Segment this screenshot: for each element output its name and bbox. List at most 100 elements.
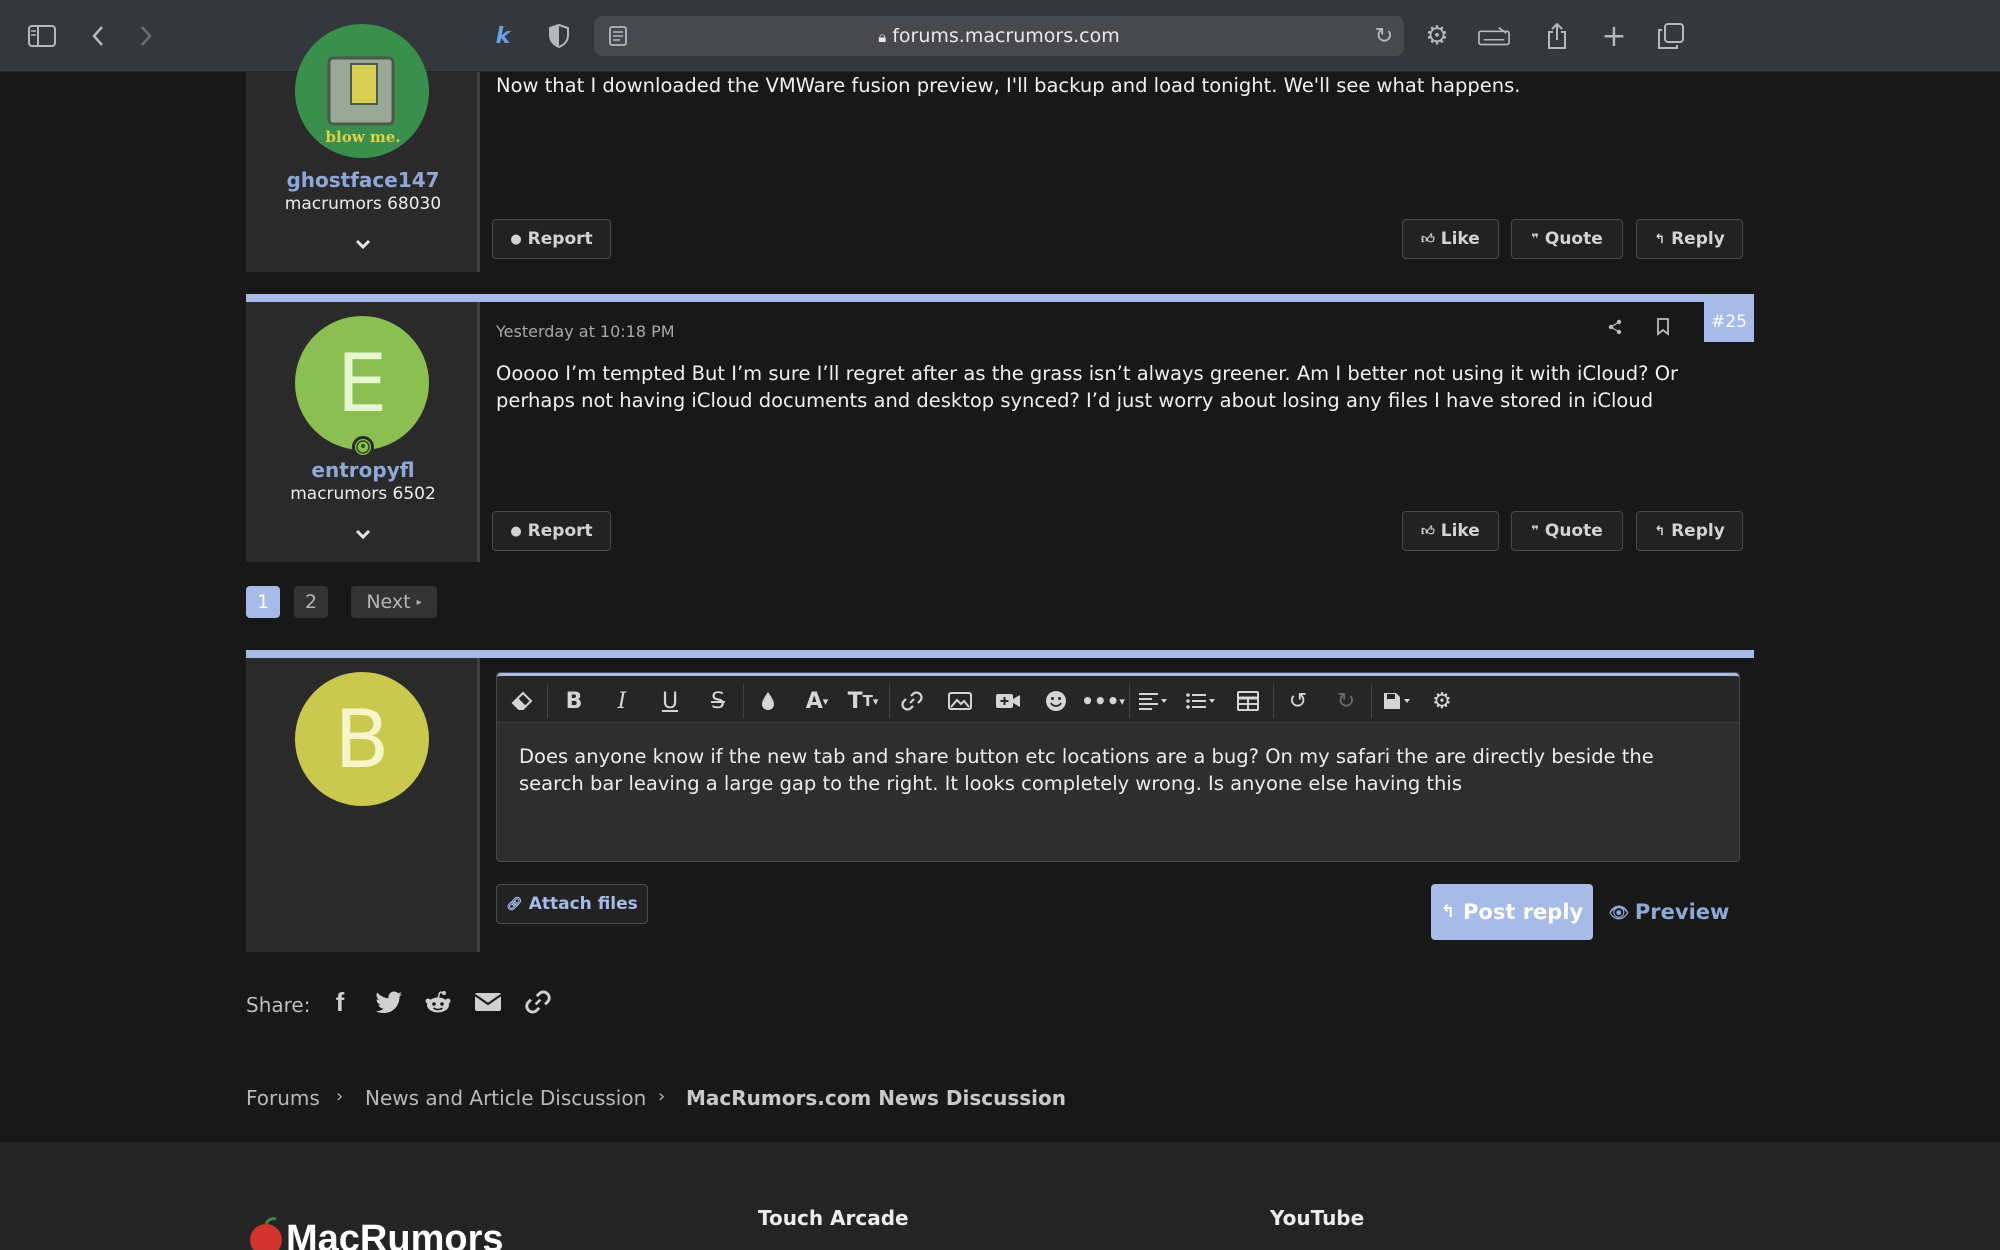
reply-button[interactable]: ↰ Reply — [1636, 219, 1743, 259]
text-color-icon[interactable] — [753, 687, 783, 715]
link-icon[interactable] — [523, 987, 553, 1017]
preview-button[interactable]: 👁︎ Preview — [1608, 884, 1730, 940]
extension-icon[interactable]: k — [487, 20, 519, 52]
toolbar-separator — [889, 684, 890, 718]
reply-divider — [246, 650, 1754, 658]
save-draft-icon[interactable] — [1377, 687, 1417, 715]
user-title: macrumors 68030 — [284, 194, 442, 214]
reply-editor[interactable]: B I U S A ▾ T T ▾ ••• ▾ ↺ ↻ ⚙ Does anyon… — [496, 672, 1740, 862]
chevron-right-icon: › — [658, 1086, 666, 1107]
chevron-down-icon[interactable] — [353, 234, 373, 254]
like-button[interactable]: 👍︎ Like — [1402, 511, 1499, 551]
reddit-icon[interactable] — [423, 987, 453, 1017]
share-icon[interactable] — [1541, 20, 1573, 52]
post-body: Yesterday at 10:18 PM #25 Ooooo I’m temp… — [480, 302, 1754, 562]
facebook-icon[interactable]: f — [325, 987, 355, 1017]
post-body: Now that I downloaded the VMWare fusion … — [480, 72, 1754, 272]
url-text[interactable]: forums.macrumors.com — [892, 25, 1120, 47]
eraser-icon[interactable] — [507, 687, 537, 715]
browser-toolbar: k 🔒︎ forums.macrumors.com ↻ ⚙ + — [0, 0, 2000, 72]
avatar[interactable]: E — [295, 316, 429, 450]
settings-gear-icon[interactable]: ⚙ — [1427, 687, 1457, 715]
toolbar-separator — [547, 684, 548, 718]
email-icon[interactable] — [473, 987, 503, 1017]
twitter-icon[interactable] — [374, 987, 404, 1017]
reply-icon: ↰ — [1654, 523, 1666, 539]
reload-icon[interactable]: ↻ — [1368, 20, 1400, 52]
like-button[interactable]: 👍︎ Like — [1402, 219, 1499, 259]
paperclip-icon: 🔗︎ — [506, 896, 523, 912]
quote-button[interactable]: ❞ Quote — [1511, 219, 1623, 259]
breadcrumb-news-and-article-discussion[interactable]: News and Article Discussion — [365, 1086, 646, 1110]
attach-files-button[interactable]: 🔗︎ Attach files — [496, 884, 648, 924]
page-1-button[interactable]: 1 — [246, 586, 280, 618]
emoji-icon[interactable] — [1041, 687, 1071, 715]
toolbar-separator — [1273, 684, 1274, 718]
post-user-panel: blow me. ghostface147 macrumors 68030 — [246, 24, 480, 272]
macrumors-logo[interactable]: MacRumors — [246, 1216, 536, 1250]
avatar[interactable]: B — [295, 672, 429, 806]
media-icon[interactable] — [993, 687, 1023, 715]
footer-touch-arcade[interactable]: Touch Arcade — [758, 1206, 909, 1230]
caret-right-icon: ▸ — [416, 596, 422, 608]
thumbs-up-icon: 👍︎ — [1421, 523, 1435, 539]
more-options-icon[interactable]: ••• ▾ — [1081, 687, 1125, 715]
gear-icon[interactable]: ⚙ — [1421, 20, 1453, 52]
underline-icon[interactable]: U — [655, 687, 685, 715]
online-status-icon — [352, 436, 374, 458]
report-button[interactable]: ● Report — [492, 219, 611, 259]
quote-icon: ❞ — [1531, 523, 1539, 539]
post-user-panel: E entropyfl macrumors 6502 — [246, 302, 480, 562]
chevron-down-icon[interactable] — [353, 524, 373, 544]
strikethrough-icon[interactable]: S — [703, 687, 733, 715]
thumbs-up-icon: 👍︎ — [1421, 231, 1435, 247]
link-icon[interactable] — [897, 687, 927, 715]
toolbar-separator — [743, 684, 744, 718]
post-user-panel: B — [246, 658, 480, 952]
bold-icon[interactable]: B — [559, 687, 589, 715]
footer-youtube[interactable]: YouTube — [1270, 1206, 1364, 1230]
align-left-icon[interactable] — [1133, 687, 1173, 715]
shield-icon[interactable] — [543, 20, 575, 52]
back-icon[interactable] — [82, 20, 114, 52]
username[interactable]: entropyfl — [246, 458, 480, 482]
undo-icon[interactable]: ↺ — [1283, 687, 1313, 715]
list-icon[interactable] — [1181, 687, 1221, 715]
table-icon[interactable] — [1233, 687, 1263, 715]
post-divider — [246, 294, 1754, 302]
post-text: Now that I downloaded the VMWare fusion … — [496, 74, 1521, 97]
tabs-overview-icon[interactable] — [1655, 20, 1687, 52]
alert-icon: ● — [510, 231, 522, 247]
page-2-button[interactable]: 2 — [294, 586, 328, 618]
next-page-button[interactable]: Next ▸ — [351, 586, 437, 618]
post-text: Ooooo I’m tempted But I’m sure I’ll regr… — [496, 362, 1679, 412]
new-tab-icon[interactable]: + — [1598, 19, 1630, 54]
share-label: Share: — [246, 993, 311, 1017]
forward-icon[interactable] — [130, 20, 162, 52]
reply-text-input[interactable]: Does anyone know if the new tab and shar… — [519, 743, 1699, 797]
share-post-icon[interactable] — [1600, 312, 1630, 342]
breadcrumb-forums[interactable]: Forums — [246, 1086, 320, 1110]
post-reply-button[interactable]: ↰ Post reply — [1431, 884, 1593, 940]
address-bar[interactable]: 🔒︎ forums.macrumors.com ↻ — [594, 16, 1404, 56]
lock-icon: 🔒︎ — [878, 28, 887, 46]
italic-icon[interactable]: I — [607, 687, 637, 715]
site-footer: MacRumors Touch Arcade YouTube — [0, 1142, 2000, 1250]
quote-button[interactable]: ❞ Quote — [1511, 511, 1623, 551]
keyboard-icon[interactable] — [1478, 20, 1510, 52]
post-timestamp[interactable]: Yesterday at 10:18 PM — [496, 322, 675, 341]
bookmark-icon[interactable] — [1648, 312, 1678, 342]
reply-button[interactable]: ↰ Reply — [1636, 511, 1743, 551]
toolbar-separator — [1129, 684, 1130, 718]
report-button[interactable]: ● Report — [492, 511, 611, 551]
post-number[interactable]: #25 — [1704, 302, 1754, 342]
font-family-icon[interactable]: A ▾ — [797, 687, 837, 715]
breadcrumb-macrumors-news-discussion[interactable]: MacRumors.com News Discussion — [686, 1086, 1066, 1110]
username[interactable]: ghostface147 — [246, 168, 480, 192]
redo-icon[interactable]: ↻ — [1331, 687, 1361, 715]
eye-icon: 👁︎ — [1608, 902, 1629, 922]
sidebar-icon[interactable] — [26, 20, 58, 52]
image-icon[interactable] — [945, 687, 975, 715]
font-size-icon[interactable]: T T ▾ — [843, 687, 883, 715]
chevron-right-icon: › — [336, 1086, 344, 1107]
